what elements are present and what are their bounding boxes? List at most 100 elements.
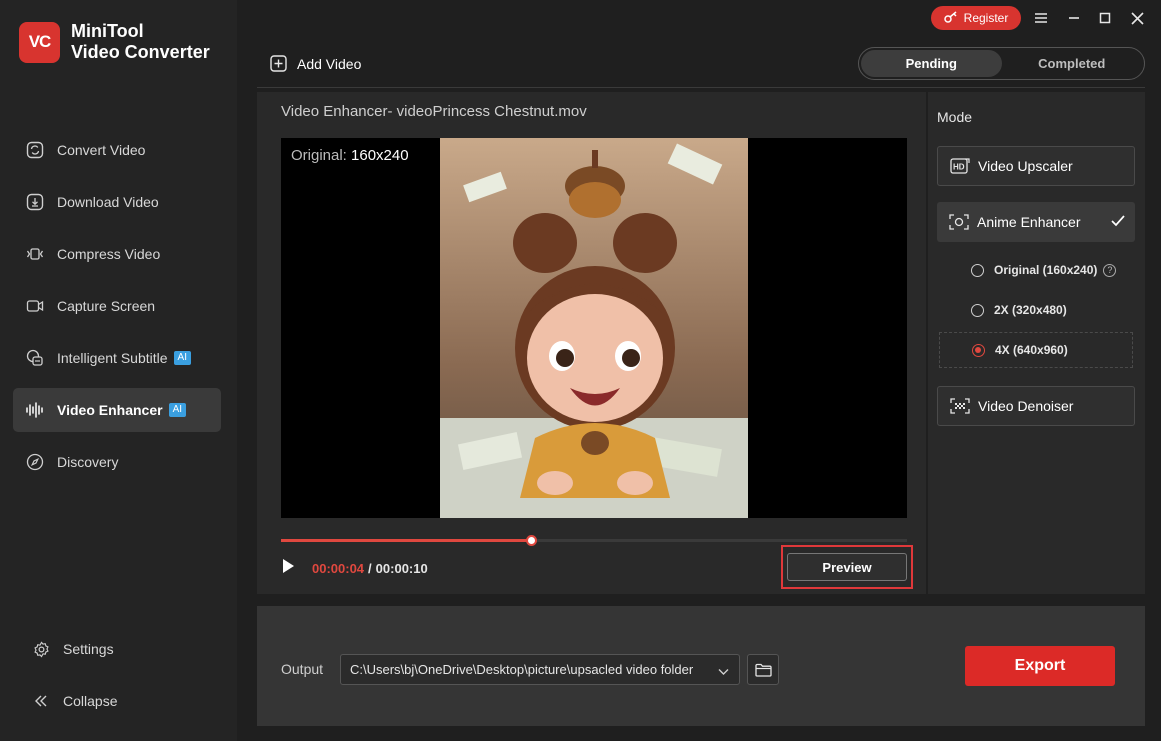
add-video-button[interactable]: Add Video xyxy=(270,55,361,72)
hamburger-icon xyxy=(1035,13,1047,23)
preview-button[interactable]: Preview xyxy=(787,553,907,581)
convert-icon xyxy=(25,140,45,160)
folder-icon xyxy=(754,663,772,677)
add-icon xyxy=(270,55,287,72)
compress-icon xyxy=(25,244,45,264)
tab-completed[interactable]: Completed xyxy=(1002,50,1143,77)
gear-icon xyxy=(31,639,51,659)
video-denoiser-button[interactable]: Video Denoiser xyxy=(937,386,1135,426)
key-icon xyxy=(943,10,958,26)
export-button[interactable]: Export xyxy=(965,646,1115,686)
status-tabs: Pending Completed xyxy=(858,47,1145,80)
play-button[interactable] xyxy=(281,558,297,576)
radio-2x[interactable] xyxy=(971,303,984,317)
option-4x[interactable]: 4X (640x960) xyxy=(939,332,1133,368)
tab-pending[interactable]: Pending xyxy=(861,50,1002,77)
original-prefix: Original: xyxy=(291,147,347,164)
minimize-button[interactable] xyxy=(1063,7,1085,29)
register-button[interactable]: Register xyxy=(931,6,1021,30)
sidebar-item-download-video[interactable]: Download Video xyxy=(13,180,221,224)
sidebar-item-label: Video Enhancer xyxy=(57,402,163,418)
checkmark-icon xyxy=(1111,214,1125,230)
video-upscaler-label: Video Upscaler xyxy=(978,158,1073,174)
video-upscaler-button[interactable]: HD Video Upscaler xyxy=(937,146,1135,186)
logo-badge: VC xyxy=(19,21,60,63)
sidebar-item-label: Convert Video xyxy=(57,142,146,158)
radio-4x[interactable] xyxy=(972,343,985,357)
option-label: Original (160x240) xyxy=(994,263,1098,277)
close-icon xyxy=(1130,11,1144,25)
sidebar-item-video-enhancer[interactable]: Video Enhancer AI xyxy=(13,388,221,432)
minimize-icon xyxy=(1069,17,1079,19)
total-time: 00:00:10 xyxy=(375,561,428,576)
sidebar-bottom: Settings Collapse xyxy=(13,627,221,731)
mode-title: Mode xyxy=(937,109,973,125)
double-chevron-left-icon xyxy=(31,691,51,711)
hd-icon: HD xyxy=(950,158,970,174)
sidebar-item-capture-screen[interactable]: Capture Screen xyxy=(13,284,221,328)
output-bar: Output C:\Users\bj\OneDrive\Desktop\pict… xyxy=(257,606,1145,726)
toolbar-divider xyxy=(257,87,1145,88)
sidebar-item-discovery[interactable]: Discovery xyxy=(13,440,221,484)
sidebar-item-label: Compress Video xyxy=(57,246,161,262)
sidebar-item-compress-video[interactable]: Compress Video xyxy=(13,232,221,276)
editor-title: Video Enhancer- videoPrincess Chestnut.m… xyxy=(281,103,587,120)
video-denoiser-label: Video Denoiser xyxy=(978,398,1074,414)
menu-button[interactable] xyxy=(1030,7,1052,29)
radio-original[interactable] xyxy=(971,263,984,277)
app-name-line2: Video Converter xyxy=(71,42,210,62)
progress-handle[interactable] xyxy=(526,535,538,546)
chevron-down-icon xyxy=(718,664,729,679)
anime-enhancer-label: Anime Enhancer xyxy=(977,214,1081,230)
open-folder-button[interactable] xyxy=(747,654,779,685)
sidebar-item-label: Download Video xyxy=(57,194,159,210)
anime-enhancer-button[interactable]: Anime Enhancer xyxy=(937,202,1135,242)
option-label: 4X (640x960) xyxy=(995,343,1068,357)
sidebar-item-label: Capture Screen xyxy=(57,298,156,314)
help-icon[interactable]: ? xyxy=(1103,263,1117,277)
video-player[interactable]: Original: 160x240 xyxy=(281,138,907,518)
sidebar-item-label: Discovery xyxy=(57,454,119,470)
close-button[interactable] xyxy=(1126,7,1148,29)
output-path-select[interactable]: C:\Users\bj\OneDrive\Desktop\picture\ups… xyxy=(340,654,740,685)
option-label: 2X (320x480) xyxy=(994,303,1067,317)
output-path: C:\Users\bj\OneDrive\Desktop\picture\ups… xyxy=(350,662,694,677)
maximize-button[interactable] xyxy=(1094,7,1116,29)
capture-icon xyxy=(25,296,45,316)
app-logo: VC MiniTool Video Converter xyxy=(19,21,210,63)
play-icon xyxy=(283,559,294,573)
mode-panel: Mode HD Video Upscaler Anime Enhancer Or… xyxy=(928,92,1145,594)
sidebar-item-intelligent-subtitle[interactable]: Intelligent Subtitle AI xyxy=(13,336,221,380)
settings-button[interactable]: Settings xyxy=(13,627,221,671)
settings-label: Settings xyxy=(63,641,114,657)
sidebar-item-convert-video[interactable]: Convert Video xyxy=(13,128,221,172)
svg-text:HD: HD xyxy=(953,163,965,172)
sidebar: VC MiniTool Video Converter Convert Vide… xyxy=(0,0,237,741)
collapse-label: Collapse xyxy=(63,693,118,709)
sidebar-nav: Convert Video Download Video Compress Vi… xyxy=(13,128,221,492)
progress-fill xyxy=(281,539,532,542)
video-frame xyxy=(440,138,748,518)
ai-badge: AI xyxy=(173,351,191,365)
download-icon xyxy=(25,192,45,212)
time-display: 00:00:04/00:00:10 xyxy=(312,561,428,576)
time-separator: / xyxy=(368,561,372,576)
collapse-button[interactable]: Collapse xyxy=(13,679,221,723)
anime-icon xyxy=(949,214,969,230)
app-name: MiniTool Video Converter xyxy=(71,21,210,63)
option-2x[interactable]: 2X (320x480) xyxy=(939,292,1133,328)
maximize-icon xyxy=(1099,12,1111,24)
add-video-label: Add Video xyxy=(297,55,362,72)
compass-icon xyxy=(25,452,45,472)
original-resolution-label: Original: 160x240 xyxy=(291,147,409,164)
subtitle-icon xyxy=(25,348,45,368)
original-resolution: 160x240 xyxy=(351,147,409,164)
progress-bar[interactable] xyxy=(281,535,907,546)
denoise-icon xyxy=(950,398,970,414)
enhancer-icon xyxy=(25,400,45,420)
video-editor: Video Enhancer- videoPrincess Chestnut.m… xyxy=(257,92,926,594)
app-name-line1: MiniTool xyxy=(71,21,144,41)
option-original[interactable]: Original (160x240) ? xyxy=(939,252,1133,288)
output-label: Output xyxy=(281,661,324,677)
sidebar-item-label: Intelligent Subtitle xyxy=(57,350,168,366)
